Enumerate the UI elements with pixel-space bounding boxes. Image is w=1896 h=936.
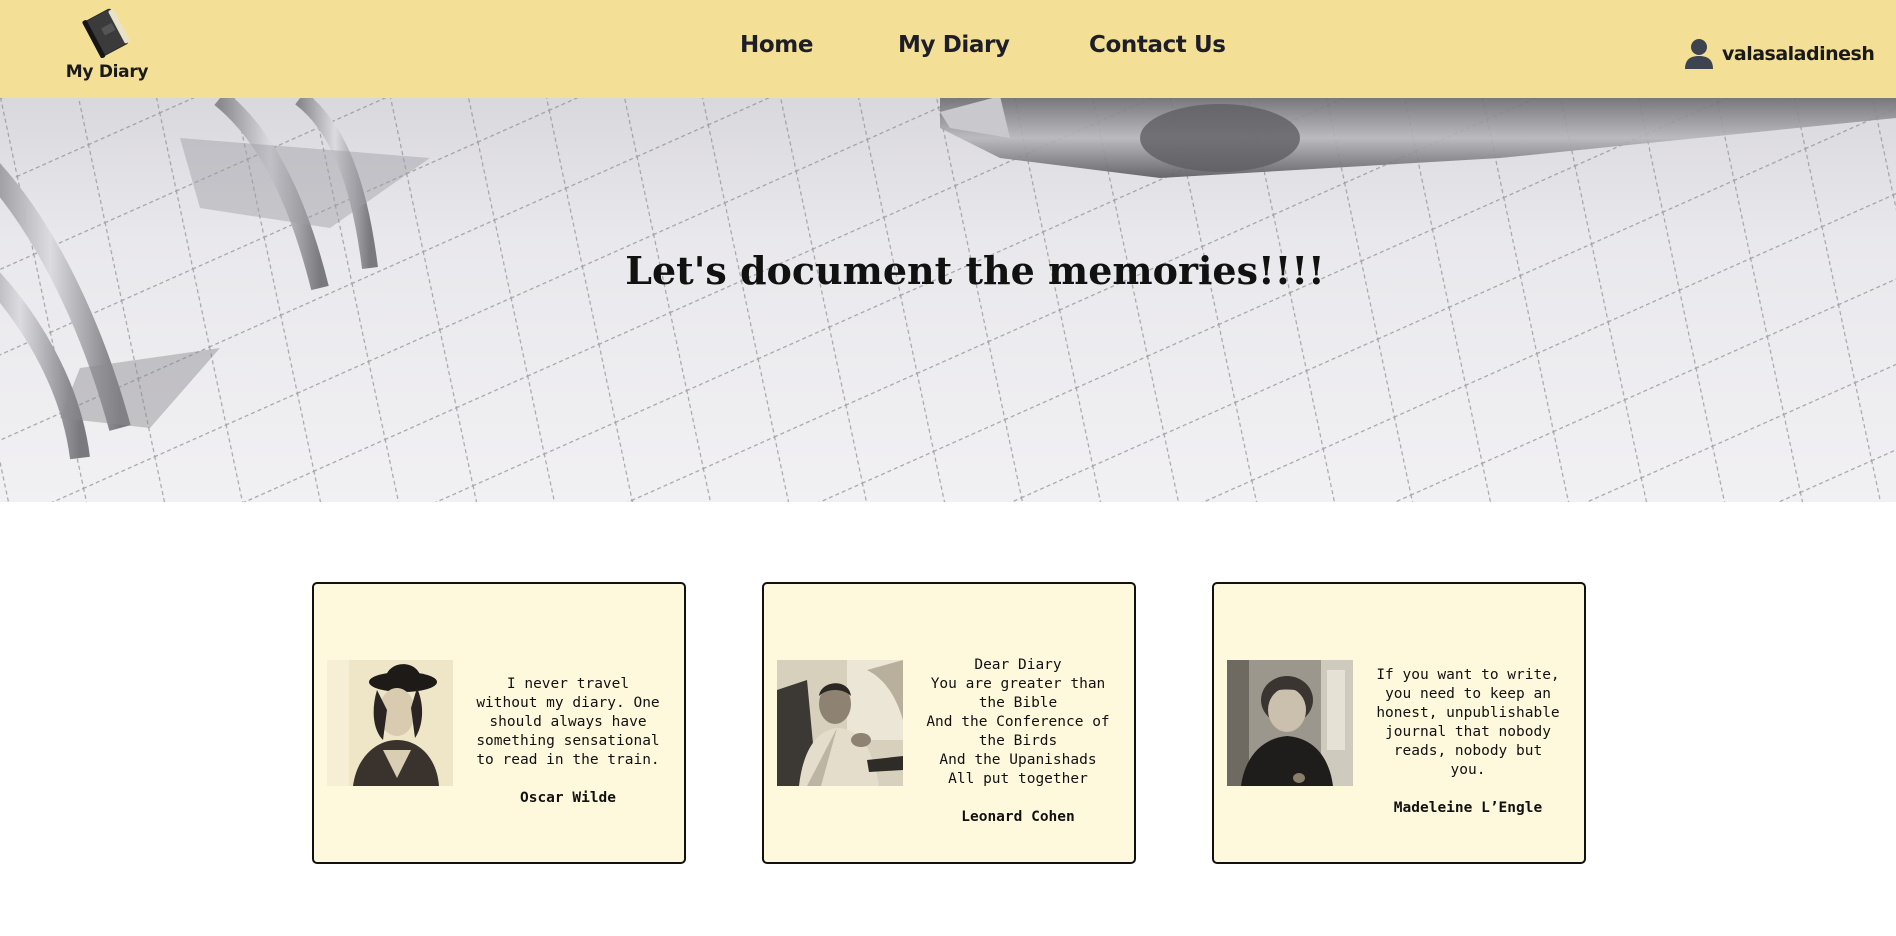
user-profile-link[interactable]: valasaladinesh: [1684, 36, 1875, 72]
quote-card: I never travel without my diary. One sho…: [312, 582, 686, 864]
user-icon: [1685, 39, 1713, 69]
quote-text: I never travel without my diary. One sho…: [464, 656, 672, 827]
brand-logo-link[interactable]: My Diary: [62, 4, 152, 82]
author-portrait: [327, 660, 453, 786]
diary-book-icon: [82, 8, 130, 58]
quote-text: Dear Diary You are greater than the Bibl…: [914, 637, 1122, 846]
oscar-wilde-portrait-image: [327, 660, 453, 786]
quote-card: If you want to write, you need to keep a…: [1212, 582, 1586, 864]
nav-link-contact-us[interactable]: Contact Us: [1089, 32, 1226, 58]
author-portrait: [1227, 660, 1353, 786]
quote-body: If you want to write, you need to keep a…: [1376, 667, 1560, 778]
nav-link-my-diary[interactable]: My Diary: [898, 32, 1010, 58]
quote-author: Oscar Wilde: [519, 790, 617, 806]
navbar: My Diary Home My Diary Contact Us valasa…: [0, 0, 1896, 98]
nav-link-home[interactable]: Home: [740, 32, 813, 58]
hero-title: Let's document the memories!!!!: [625, 248, 1325, 293]
username-label: valasaladinesh: [1722, 43, 1875, 65]
author-portrait: [777, 660, 903, 786]
quote-text: If you want to write, you need to keep a…: [1364, 647, 1572, 837]
quote-author: Leonard Cohen: [961, 809, 1075, 825]
leonard-cohen-portrait-image: [777, 660, 903, 786]
hero-background-image: [0, 98, 1896, 502]
quote-author: Madeleine L’Engle: [1393, 800, 1543, 816]
quote-body: I never travel without my diary. One sho…: [476, 676, 660, 768]
quote-body: Dear Diary You are greater than the Bibl…: [926, 657, 1110, 787]
hero-banner: Let's document the memories!!!!: [0, 98, 1896, 502]
brand-label: My Diary: [65, 62, 149, 82]
quote-card: Dear Diary You are greater than the Bibl…: [762, 582, 1136, 864]
madeleine-lengle-portrait-image: [1227, 660, 1353, 786]
